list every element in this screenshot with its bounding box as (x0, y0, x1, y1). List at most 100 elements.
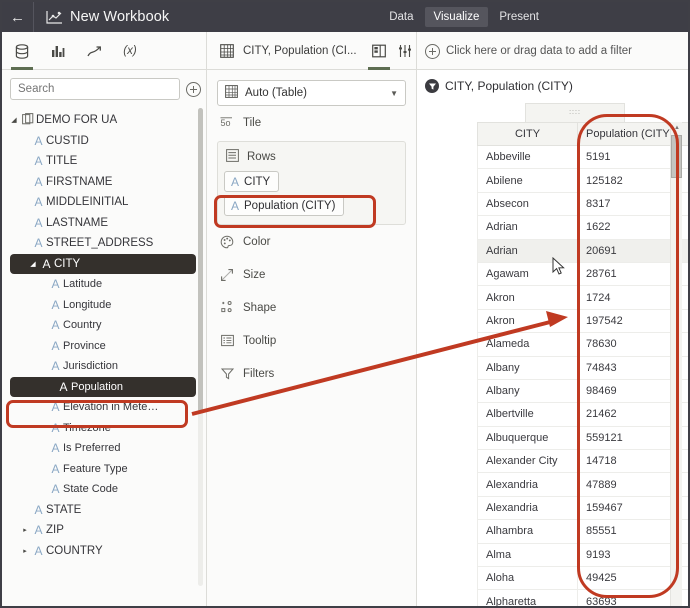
table-row[interactable]: Albertville 21462 (477, 402, 688, 427)
table-row[interactable]: Alexander City 14718 (477, 449, 688, 474)
table-row[interactable]: Abbeville 5191 (477, 144, 688, 170)
trend-line-icon[interactable] (84, 41, 104, 61)
caret-collapsed-icon[interactable]: ▸ (19, 526, 31, 534)
table-body: Abbeville 5191 Abilene 125182 Absecon 8317 Adr… (477, 144, 688, 606)
string-field-icon: A (59, 379, 68, 394)
scroll-up-icon[interactable]: ▲ (671, 122, 683, 134)
tile-shelf[interactable]: 5o Tile (217, 106, 406, 139)
view-scrollbar[interactable]: ▲ (670, 122, 683, 606)
database-icon[interactable] (11, 41, 33, 70)
tree-item-timezone[interactable]: A Timezone (2, 418, 206, 439)
table-row[interactable]: Adrian 20691 (477, 238, 688, 263)
table-row[interactable]: Albany 98469 (477, 378, 688, 404)
tree-item-latitude[interactable]: A Latitude (2, 274, 206, 295)
cell-city: Alexandria (477, 472, 578, 497)
table-row[interactable]: Adrian 1622 (477, 215, 688, 240)
datasource-icon (20, 112, 36, 128)
table-row[interactable]: Alma 9193 (477, 542, 688, 568)
rows-shelf[interactable]: Rows A CITY A Population (CITY) (217, 141, 406, 225)
layout-panel-icon[interactable] (367, 41, 390, 70)
nav-data[interactable]: Data (380, 7, 422, 27)
rows-icon (226, 149, 239, 165)
table-row[interactable]: Albuquerque 559121 (477, 425, 688, 451)
tree-item-elevation-in-mete[interactable]: A Elevation in Mete… (2, 397, 206, 418)
back-arrow-icon[interactable]: ← (2, 2, 34, 32)
bar-chart-icon[interactable] (48, 41, 68, 61)
shape-shelf[interactable]: Shape (217, 291, 406, 324)
tree-item-middleinitial[interactable]: A MIDDLEINITIAL (2, 192, 206, 213)
table-row[interactable]: Alameda 78630 (477, 332, 688, 357)
sidebar-scrollbar-thumb[interactable] (198, 108, 203, 413)
tree-item-country[interactable]: A Country (2, 315, 206, 336)
column-header-city[interactable]: CITY (477, 122, 578, 146)
mark-type-select[interactable]: Auto (Table) ▼ (217, 80, 406, 106)
string-field-icon: A (51, 400, 60, 415)
tree-item-firstname[interactable]: A FIRSTNAME (2, 172, 206, 193)
tree-item-label: ZIP (46, 524, 64, 537)
settings-sliders-icon[interactable] (395, 41, 415, 61)
tree-item-jurisdiction[interactable]: A Jurisdiction (2, 356, 206, 377)
table-row[interactable]: Alexandria 47889 (477, 472, 688, 497)
tile-label: Tile (243, 116, 262, 129)
nav-visualize[interactable]: Visualize (424, 7, 489, 27)
rows-label: Rows (247, 151, 276, 163)
tree-item-city[interactable]: ◢ A CITY (10, 253, 196, 274)
top-nav: Data Visualize Present (380, 2, 548, 32)
main-body: ◢DEMO FOR UAACUSTIDATITLEAFIRSTNAMEAMIDD… (2, 70, 688, 606)
chevron-down-icon[interactable]: ▼ (390, 89, 398, 98)
table-row[interactable]: Aloha 49425 (477, 566, 688, 591)
tree-item-feature-type[interactable]: A Feature Type (2, 459, 206, 480)
tree-item-zip[interactable]: ▸ A ZIP (2, 520, 206, 541)
color-shelf[interactable]: Color (217, 225, 406, 258)
tree-item-lastname[interactable]: A LASTNAME (2, 213, 206, 234)
tooltip-shelf[interactable]: Tooltip (217, 324, 406, 357)
tooltip-label: Tooltip (243, 334, 277, 347)
table-row[interactable]: Akron 1724 (477, 285, 688, 310)
table-row[interactable]: Akron 197542 (477, 308, 688, 334)
tree-item-custid[interactable]: A CUSTID (2, 131, 206, 152)
tree-item-longitude[interactable]: A Longitude (2, 295, 206, 316)
cell-city: Abilene (477, 168, 578, 193)
string-field-icon: A (34, 502, 43, 517)
tree-item-state[interactable]: A STATE (2, 500, 206, 521)
tree-item-demo-for-ua[interactable]: ◢ DEMO FOR UA (2, 110, 206, 131)
table-row[interactable]: Alexandria 159467 (477, 495, 688, 521)
table-row[interactable]: Agawam 28761 (477, 261, 688, 287)
table-row[interactable]: Abilene 125182 (477, 168, 688, 193)
table-row[interactable]: Alhambra 85551 (477, 519, 688, 544)
caret-collapsed-icon[interactable]: ▸ (19, 547, 31, 555)
tree-item-country[interactable]: ▸ A COUNTRY (2, 541, 206, 562)
size-shelf[interactable]: Size (217, 258, 406, 291)
tree-item-population[interactable]: A Population (10, 376, 196, 397)
grid-table-icon (217, 41, 237, 61)
title-bar: ← New Workbook Data Visualize Present (2, 2, 688, 32)
tree-item-is-preferred[interactable]: A Is Preferred (2, 438, 206, 459)
view-scrollbar-thumb[interactable] (671, 135, 682, 178)
tree-item-title[interactable]: A TITLE (2, 151, 206, 172)
tree-item-street-address[interactable]: A STREET_ADDRESS (2, 233, 206, 254)
cell-city: Alexandria (477, 495, 578, 521)
tree-item-label: Feature Type (63, 462, 128, 475)
caret-expanded-icon[interactable]: ◢ (27, 260, 39, 268)
table-row[interactable]: Albany 74843 (477, 355, 688, 380)
string-field-icon: A (34, 133, 43, 148)
tree-item-province[interactable]: A Province (2, 336, 206, 357)
cell-city: Akron (477, 308, 578, 334)
workbook-chart-icon (40, 2, 68, 32)
filters-shelf[interactable]: Filters (217, 357, 406, 390)
sheet-tab-label[interactable]: CITY, Population (CI... (243, 45, 357, 57)
calculation-icon[interactable]: (x) (120, 41, 140, 61)
shape-label: Shape (243, 301, 277, 314)
caret-expanded-icon[interactable]: ◢ (8, 116, 20, 124)
rows-pill-population[interactable]: A Population (CITY) (224, 195, 345, 216)
filter-shelf[interactable]: Click here or drag data to add a filter (417, 32, 688, 70)
worksheet-badge-icon (425, 79, 439, 93)
search-input[interactable] (10, 78, 180, 100)
drag-grip-icon[interactable]: :::: (525, 103, 625, 122)
table-row[interactable]: Alpharetta 63693 (477, 589, 688, 606)
rows-pill-city[interactable]: A CITY (224, 171, 280, 192)
nav-present[interactable]: Present (490, 7, 548, 27)
table-row[interactable]: Absecon 8317 (477, 191, 688, 217)
tree-item-state-code[interactable]: A State Code (2, 479, 206, 500)
add-datasource-icon[interactable] (186, 81, 201, 97)
